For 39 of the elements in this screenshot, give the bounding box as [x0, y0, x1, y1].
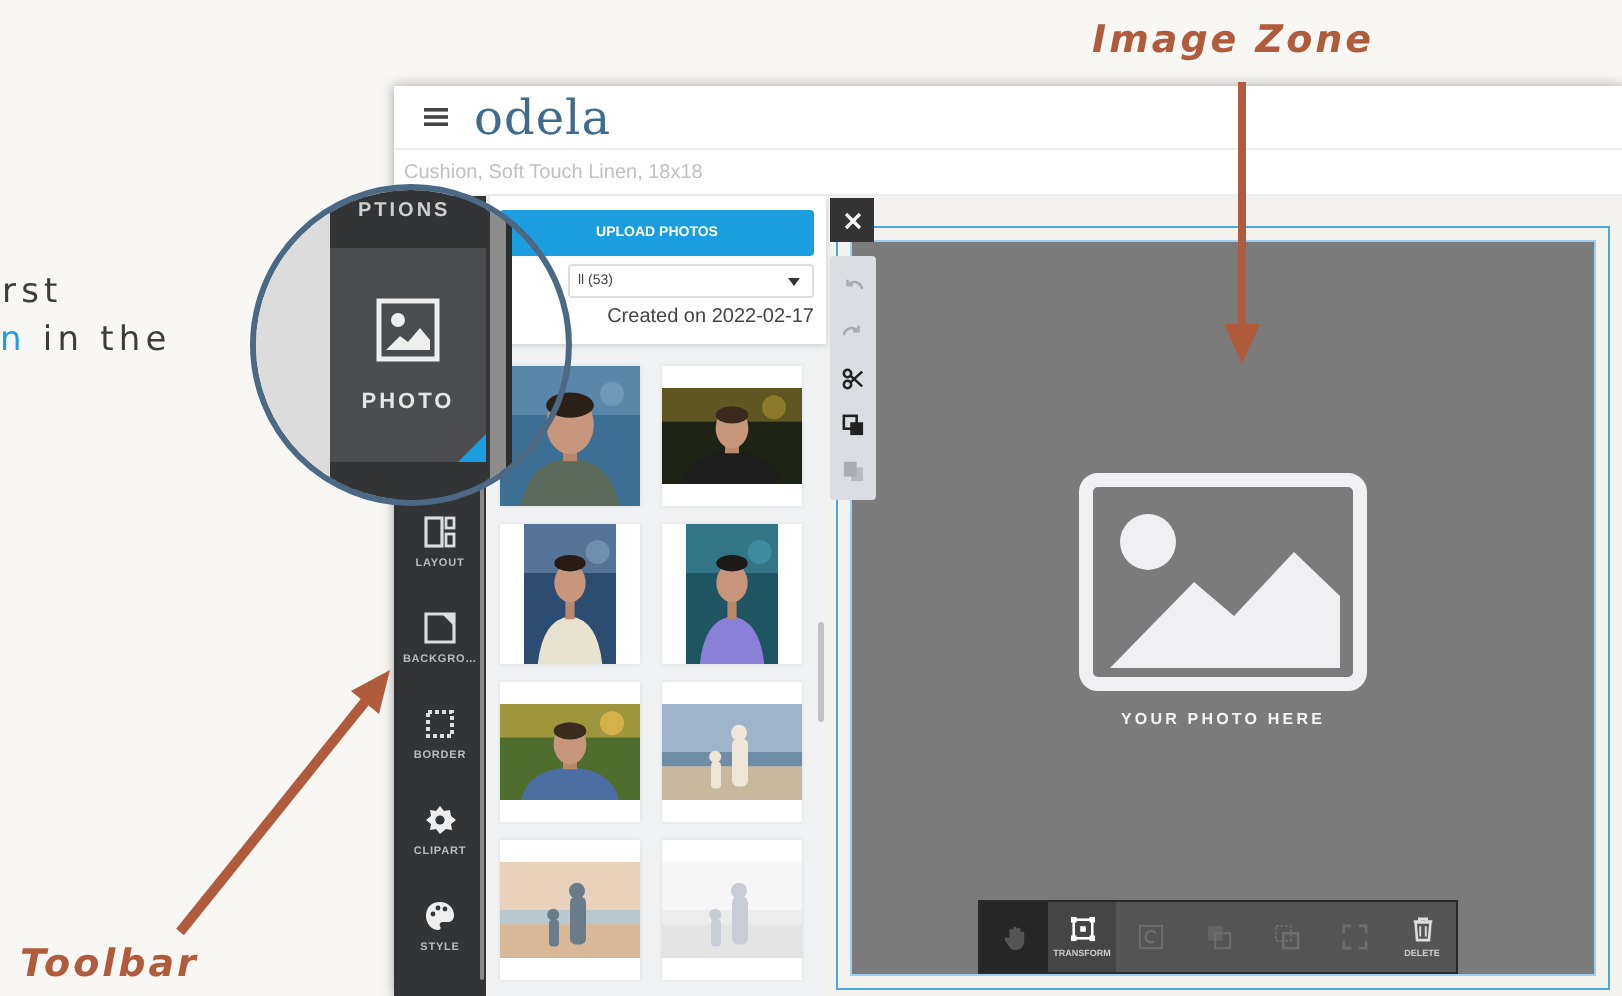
intro-text: in the — [40, 320, 172, 360]
product-name: Cushion, Soft Touch Linen, 18x18 — [404, 161, 703, 183]
menu-icon[interactable] — [424, 108, 448, 126]
photo-card[interactable] — [662, 366, 802, 506]
layers-icon — [1273, 924, 1299, 950]
image-placeholder-icon — [1078, 472, 1368, 692]
photo-card[interactable] — [500, 366, 640, 506]
dotted-square-icon — [424, 708, 456, 740]
gear-icon — [424, 804, 456, 836]
page-icon — [424, 612, 456, 644]
palette-icon — [424, 900, 456, 932]
scissors-icon — [842, 367, 864, 389]
layout-icon — [424, 516, 456, 548]
copy-icon — [842, 413, 864, 435]
caret-icon — [788, 277, 800, 285]
hand-icon — [1001, 924, 1027, 950]
trash-icon — [1409, 916, 1435, 942]
photo-tool-button[interactable]: PHOTO — [330, 248, 486, 462]
paste-icon — [842, 459, 864, 481]
photo-card[interactable] — [662, 524, 802, 664]
expand-icon — [1341, 924, 1367, 950]
transform-icon — [1069, 916, 1095, 942]
created-date: Created on 2022-02-17 — [607, 306, 814, 328]
callout-label: Toolbar — [20, 942, 199, 986]
close-button[interactable] — [830, 198, 874, 242]
rotate-icon — [1137, 924, 1163, 950]
intro-text: rst — [2, 272, 63, 312]
image-icon — [376, 297, 440, 361]
layers-icon — [1205, 924, 1231, 950]
photo-card[interactable] — [500, 524, 640, 664]
photo-card[interactable] — [500, 682, 640, 822]
tool-button[interactable] — [980, 902, 1048, 972]
highlighted-text: n — [0, 320, 27, 360]
callout-label: Image Zone — [1092, 18, 1375, 62]
logo: odela — [474, 89, 611, 145]
scrollbar[interactable] — [818, 622, 824, 722]
placeholder-text: YOUR PHOTO HERE — [1120, 710, 1326, 728]
close-icon — [843, 211, 861, 229]
section-heading: PTIONS — [356, 200, 453, 222]
